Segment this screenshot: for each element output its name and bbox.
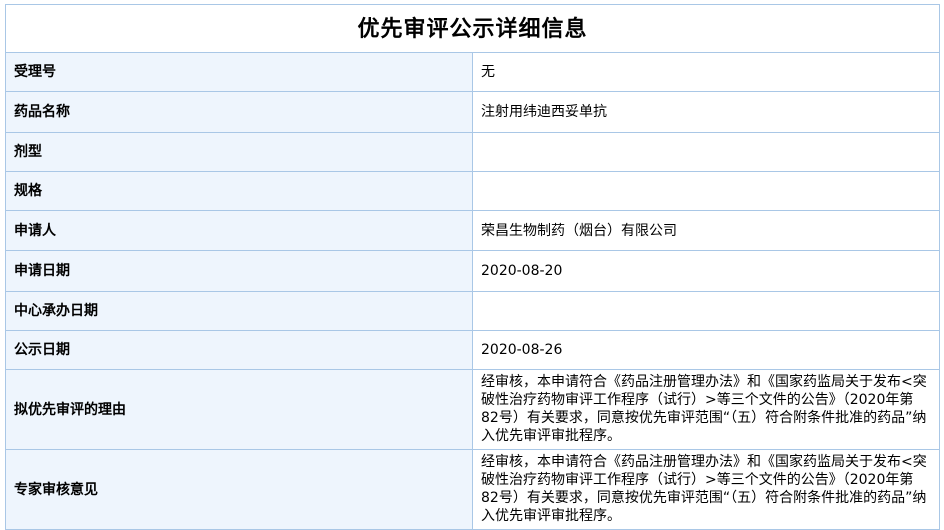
label-publication-date: 公示日期 xyxy=(5,330,473,370)
label-priority-reason: 拟优先审评的理由 xyxy=(5,369,473,450)
label-drug-name: 药品名称 xyxy=(5,91,473,133)
page: 优先审评公示详细信息 受理号 无 药品名称 注射用纬迪西妥单抗 剂型 规格 申请… xyxy=(0,0,944,530)
table-row: 药品名称 注射用纬迪西妥单抗 xyxy=(5,91,940,133)
table-row: 申请日期 2020-08-20 xyxy=(5,250,940,292)
table-row: 受理号 无 xyxy=(5,52,940,92)
label-specification: 规格 xyxy=(5,171,473,211)
table-row: 申请人 荣昌生物制药（烟台）有限公司 xyxy=(5,210,940,251)
table-row: 拟优先审评的理由 经审核，本申请符合《药品注册管理办法》和《国家药监局关于发布<… xyxy=(5,369,940,450)
value-applicant: 荣昌生物制药（烟台）有限公司 xyxy=(472,210,940,251)
label-dosage-form: 剂型 xyxy=(5,132,473,172)
priority-reason-text: 经审核，本申请符合《药品注册管理办法》和《国家药监局关于发布<突破性治疗药物审评… xyxy=(481,374,927,444)
value-center-undertaking-date xyxy=(472,291,940,331)
value-dosage-form xyxy=(472,132,940,172)
table-row: 中心承办日期 xyxy=(5,291,940,331)
label-acceptance-number: 受理号 xyxy=(5,52,473,92)
detail-table: 优先审评公示详细信息 受理号 无 药品名称 注射用纬迪西妥单抗 剂型 规格 申请… xyxy=(5,4,940,530)
title-row: 优先审评公示详细信息 xyxy=(5,4,940,53)
table-row: 公示日期 2020-08-26 xyxy=(5,330,940,370)
value-specification xyxy=(472,171,940,211)
table-row: 规格 xyxy=(5,171,940,211)
value-acceptance-number: 无 xyxy=(472,52,940,92)
label-applicant: 申请人 xyxy=(5,210,473,251)
label-expert-opinion: 专家审核意见 xyxy=(5,449,473,530)
value-expert-opinion: 经审核，本申请符合《药品注册管理办法》和《国家药监局关于发布<突破性治疗药物审评… xyxy=(472,449,940,530)
value-publication-date: 2020-08-26 xyxy=(472,330,940,370)
label-application-date: 申请日期 xyxy=(5,250,473,292)
expert-opinion-text: 经审核，本申请符合《药品注册管理办法》和《国家药监局关于发布<突破性治疗药物审评… xyxy=(481,454,927,524)
page-title: 优先审评公示详细信息 xyxy=(5,4,940,53)
value-drug-name: 注射用纬迪西妥单抗 xyxy=(472,91,940,133)
value-priority-reason: 经审核，本申请符合《药品注册管理办法》和《国家药监局关于发布<突破性治疗药物审评… xyxy=(472,369,940,450)
table-row: 专家审核意见 经审核，本申请符合《药品注册管理办法》和《国家药监局关于发布<突破… xyxy=(5,449,940,530)
table-row: 剂型 xyxy=(5,132,940,172)
label-center-undertaking-date: 中心承办日期 xyxy=(5,291,473,331)
value-application-date: 2020-08-20 xyxy=(472,250,940,292)
